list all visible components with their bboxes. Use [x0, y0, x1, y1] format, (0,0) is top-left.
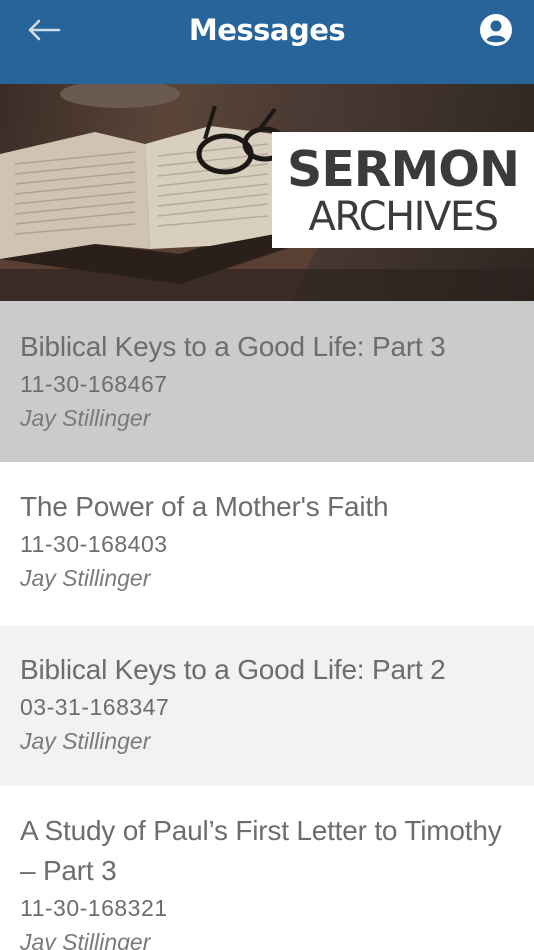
message-author: Jay Stillinger: [20, 728, 151, 754]
message-title: A Study of Paul’s First Letter to Timoth…: [20, 815, 502, 886]
message-date: 11-30-168403: [20, 531, 168, 557]
banner-title-line1: SERMON: [287, 141, 520, 198]
message-author: Jay Stillinger: [20, 929, 151, 950]
profile-button[interactable]: [476, 10, 516, 50]
message-list: Biblical Keys to a Good Life: Part 3 11-…: [0, 301, 534, 950]
message-title: Biblical Keys to a Good Life: Part 2: [20, 654, 446, 685]
app-bar: Messages: [0, 0, 534, 84]
message-author: Jay Stillinger: [20, 565, 151, 591]
account-circle-icon: [480, 14, 512, 46]
sermon-archives-banner: SERMON ARCHIVES: [0, 84, 534, 301]
banner-title-card: SERMON ARCHIVES: [272, 132, 534, 248]
message-title: The Power of a Mother's Faith: [20, 491, 389, 522]
list-item[interactable]: The Power of a Mother's Faith 11-30-1684…: [0, 462, 534, 626]
message-date: 03-31-168347: [20, 694, 170, 720]
message-title: Biblical Keys to a Good Life: Part 3: [20, 331, 446, 362]
page-title: Messages: [188, 13, 346, 47]
message-date: 11-30-168467: [20, 371, 168, 397]
banner-title-line2: ARCHIVES: [308, 194, 500, 240]
list-item[interactable]: A Study of Paul’s First Letter to Timoth…: [0, 786, 534, 950]
message-date: 11-30-168321: [20, 895, 168, 921]
message-author: Jay Stillinger: [20, 405, 151, 431]
list-item[interactable]: Biblical Keys to a Good Life: Part 2 03-…: [0, 626, 534, 786]
list-item[interactable]: Biblical Keys to a Good Life: Part 3 11-…: [0, 301, 534, 462]
